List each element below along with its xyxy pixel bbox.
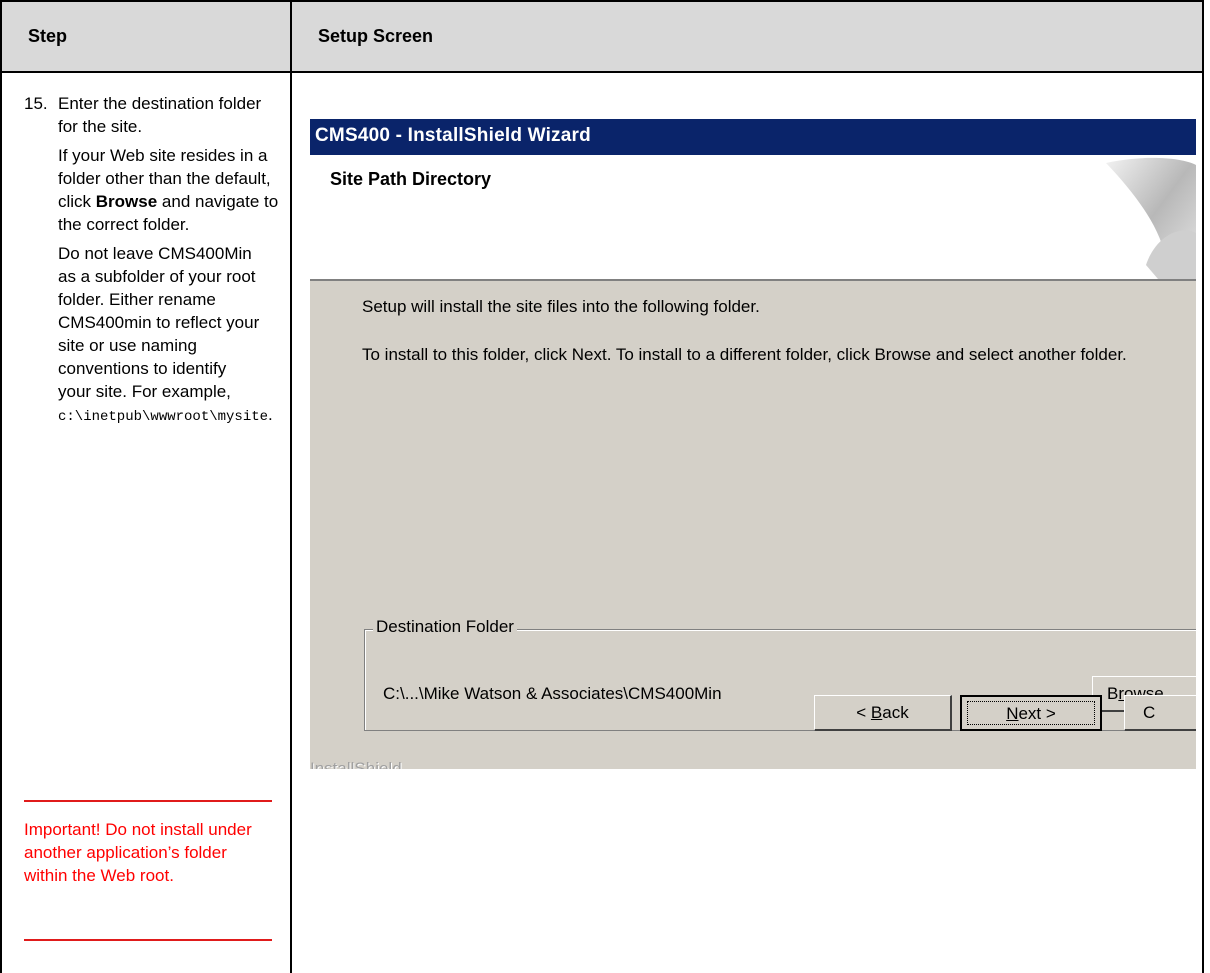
installshield-dialog: CMS400 - InstallShield Wizard Site Path … <box>310 119 1196 769</box>
dialog-line-1: Setup will install the site files into t… <box>362 297 760 316</box>
destination-path: C:\...\Mike Watson & Associates\CMS400Mi… <box>383 684 722 703</box>
destination-folder-label: Destination Folder <box>373 617 517 637</box>
dialog-line-2: To install to this folder, click Next. T… <box>362 345 1127 364</box>
step-browse-paragraph: If your Web site resides in a folder oth… <box>58 146 279 234</box>
step-naming-paragraph: Do not leave CMS400Min as a subfolder of… <box>58 244 273 425</box>
important-rule-bottom <box>24 939 272 941</box>
dialog-title: CMS400 - InstallShield Wizard <box>315 125 591 146</box>
dialog-title-bar: CMS400 - InstallShield Wizard <box>310 119 1196 155</box>
example-path: c:\inetpub\wwwroot\mysite <box>58 409 269 425</box>
banner-title: Site Path Directory <box>330 169 492 189</box>
next-button[interactable]: Next > <box>960 695 1102 731</box>
header-setup-screen: Setup Screen <box>318 26 434 46</box>
page-curl-icon <box>1106 157 1196 279</box>
back-button[interactable]: < Back <box>814 695 952 731</box>
cancel-button[interactable]: C <box>1124 695 1196 731</box>
step-instructions: Enter the destination folder for the sit… <box>58 92 280 435</box>
table-header-row: Step Setup Screen <box>0 0 1204 73</box>
important-rule-top <box>24 800 272 802</box>
step-number: 15. <box>24 94 48 113</box>
browse-keyword: Browse <box>95 192 158 211</box>
dialog-banner: Site Path Directory <box>310 155 1196 281</box>
header-step: Step <box>28 26 68 46</box>
step-intro: Enter the destination folder for the sit… <box>58 94 262 136</box>
table-border-right <box>1202 0 1204 973</box>
installshield-brand: InstallShield <box>310 759 402 769</box>
table-border-left <box>0 0 2 973</box>
column-divider <box>290 0 292 973</box>
important-note: Important! Do not install under another … <box>24 820 252 885</box>
